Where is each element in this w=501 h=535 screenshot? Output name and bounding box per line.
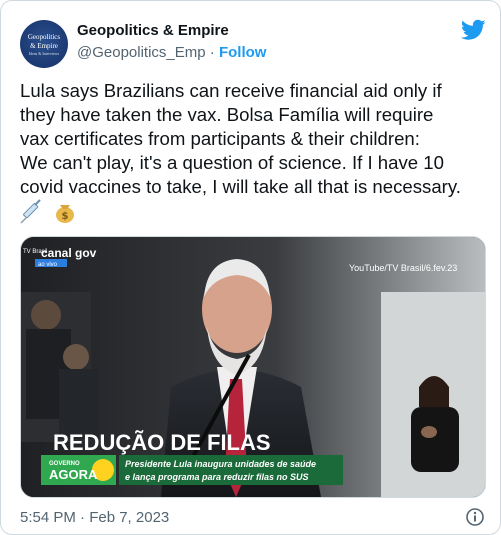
handle-separator: · xyxy=(205,44,219,61)
syringe-emoji xyxy=(20,199,41,224)
program-bottom: AGORA xyxy=(49,467,98,482)
avatar-text-bottom: Ideas & Interviews xyxy=(28,51,60,56)
brasil-label: TV Brasil xyxy=(23,249,47,255)
avatar-text-middle: & Empire xyxy=(30,42,58,50)
ticker-line-2: e lança programa para reduzir filas no S… xyxy=(125,472,309,482)
tweet-text-line: covid vaccines to take, I will take all … xyxy=(20,176,461,197)
tweet-timestamp[interactable]: 5:54 PM · Feb 7, 2023 xyxy=(20,509,169,526)
svg-text:$: $ xyxy=(62,211,69,222)
avatar-text-top: Geopolitics xyxy=(27,33,61,41)
ticker-line-1: Presidente Lula inaugura unidades de saú… xyxy=(125,459,316,469)
headline-text: REDUÇÃO DE FILAS xyxy=(53,430,271,455)
author-name[interactable]: Geopolitics & Empire xyxy=(77,22,229,39)
follow-button[interactable]: Follow xyxy=(219,44,267,61)
tweet-text-line: We can't play, it's a question of scienc… xyxy=(20,152,444,173)
twitter-bird-icon[interactable] xyxy=(461,19,486,41)
money-bag-emoji: $ xyxy=(56,205,74,223)
avatar[interactable]: Geopolitics & Empire Ideas & Interviews xyxy=(20,20,68,68)
info-icon[interactable] xyxy=(465,507,485,527)
channel-logo-text: canal gov xyxy=(41,246,97,260)
live-label: ao vivo xyxy=(38,262,58,268)
tweet-text-line: they have taken the vax. Bolsa Família w… xyxy=(20,104,434,125)
tweet-text-line: Lula says Brazilians can receive financi… xyxy=(20,80,442,101)
tweet-media[interactable]: canal gov TV Brasil ao vivo YouTube/TV B… xyxy=(20,236,486,498)
tweet-card: Geopolitics & Empire Ideas & Interviews … xyxy=(0,0,501,535)
source-watermark: YouTube/TV Brasil/6.fev.23 xyxy=(349,263,457,273)
author-handle-row: @Geopolitics_Emp · Follow xyxy=(77,44,266,61)
tweet-text-line: vax certificates from participants & the… xyxy=(20,128,420,149)
tweet-text: Lula says Brazilians can receive financi… xyxy=(20,79,495,199)
author-handle[interactable]: @Geopolitics_Emp xyxy=(77,44,206,61)
emoji-row: $ xyxy=(20,199,80,225)
